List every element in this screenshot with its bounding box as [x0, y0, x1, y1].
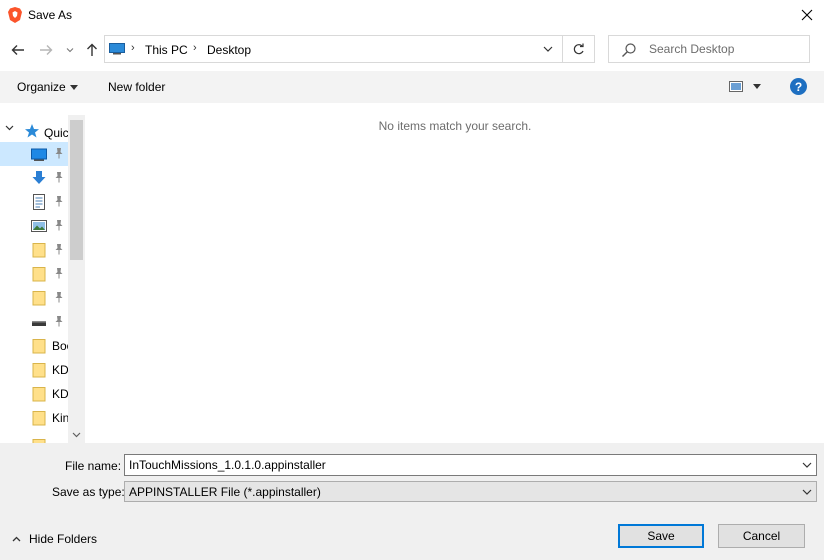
this-pc-icon [109, 43, 125, 55]
pictures-icon [31, 220, 47, 232]
nav-item-folder-kd[interactable]: KD [0, 358, 69, 382]
empty-message: No items match your search. [378, 119, 532, 133]
save-button[interactable]: Save [618, 524, 704, 548]
search-input[interactable] [649, 39, 804, 59]
new-folder-button[interactable]: New folder [108, 80, 165, 94]
command-bar: Organize New folder ? [0, 71, 824, 103]
chevron-right-icon: › [193, 42, 197, 54]
view-preview-icon [729, 81, 743, 92]
nav-item-folder[interactable] [0, 238, 68, 262]
hide-folders-button[interactable]: Hide Folders [12, 532, 97, 546]
nav-scrollbar[interactable] [68, 115, 85, 443]
nav-item-label: KD [52, 363, 69, 377]
caret-down-icon [753, 84, 761, 89]
recent-locations-button[interactable] [63, 40, 77, 60]
chevron-right-icon: › [131, 42, 135, 54]
brave-browser-icon [8, 7, 22, 23]
nav-item-folder-boo[interactable]: Boo [0, 334, 73, 358]
file-name-dropdown-button[interactable] [800, 458, 814, 472]
address-bar[interactable]: › This PC › Desktop [104, 35, 563, 63]
file-name-combobox[interactable] [124, 454, 817, 476]
refresh-button[interactable] [563, 35, 595, 63]
folder-icon [32, 387, 46, 402]
nav-item-folder[interactable] [0, 434, 68, 443]
up-button[interactable] [82, 40, 102, 60]
chevron-up-icon [12, 536, 21, 542]
documents-icon [33, 194, 45, 210]
nav-item-folder[interactable] [0, 262, 68, 286]
save-as-type-dropdown-button[interactable] [800, 485, 814, 499]
address-dropdown-button[interactable] [539, 40, 557, 58]
chevron-down-icon[interactable] [5, 125, 14, 131]
help-button[interactable]: ? [790, 78, 807, 95]
downloads-icon [32, 171, 46, 184]
folder-icon [32, 243, 46, 258]
save-as-type-label: Save as type: [52, 485, 125, 499]
pin-icon [55, 268, 63, 279]
chevron-down-icon [543, 46, 553, 52]
organize-label: Organize [17, 80, 66, 94]
pin-icon [55, 220, 63, 231]
nav-item-label: KD [52, 387, 69, 401]
nav-item-drive[interactable] [0, 310, 68, 334]
change-view-button[interactable] [729, 81, 761, 92]
nav-item-documents[interactable] [0, 190, 68, 214]
cancel-button[interactable]: Cancel [718, 524, 805, 548]
pin-icon [55, 172, 63, 183]
folder-icon [32, 291, 46, 306]
nav-label-quick-access: Quic [44, 126, 69, 140]
desktop-icon [31, 148, 47, 161]
breadcrumb-desktop[interactable]: Desktop [207, 43, 251, 57]
arrow-right-icon [40, 45, 53, 55]
title-bar: Save As [0, 0, 824, 30]
arrow-left-icon [11, 45, 24, 55]
forward-button[interactable] [36, 40, 56, 60]
nav-item-desktop[interactable] [0, 142, 68, 166]
scroll-thumb[interactable] [70, 120, 83, 260]
folder-icon [32, 267, 46, 282]
folder-icon [32, 339, 46, 354]
chevron-down-icon [72, 432, 81, 437]
chevron-down-icon [802, 462, 812, 468]
arrow-up-icon [87, 43, 97, 56]
nav-item-folder[interactable] [0, 286, 68, 310]
nav-item-folder-kd[interactable]: KD [0, 382, 69, 406]
back-button[interactable] [8, 40, 28, 60]
nav-item-folder-kin[interactable]: Kin [0, 406, 70, 430]
pin-icon [55, 244, 63, 255]
file-list[interactable]: No items match your search. [86, 103, 824, 443]
chevron-down-icon [66, 48, 74, 53]
drive-icon [32, 321, 46, 326]
window-title: Save As [28, 8, 73, 22]
save-options-panel: File name: Save as type: APPINSTALLER Fi… [0, 443, 824, 560]
nav-item-label: Kin [52, 411, 70, 425]
close-button[interactable] [790, 0, 824, 30]
caret-down-icon [69, 84, 78, 90]
folder-icon [32, 363, 46, 378]
pin-icon [55, 292, 63, 303]
search-icon [622, 43, 636, 57]
organize-button[interactable]: Organize [17, 80, 78, 94]
folder-icon [32, 411, 46, 426]
hide-folders-label: Hide Folders [29, 532, 98, 546]
nav-item-quick-access[interactable]: Quic [0, 118, 69, 142]
nav-item-pictures[interactable] [0, 214, 68, 238]
close-icon [801, 9, 813, 21]
save-as-type-select[interactable]: APPINSTALLER File (*.appinstaller) [124, 481, 817, 502]
nav-item-downloads[interactable] [0, 166, 68, 190]
refresh-icon [573, 43, 584, 54]
search-box[interactable] [608, 35, 810, 63]
file-name-label: File name: [65, 459, 122, 473]
scroll-down-button[interactable] [68, 426, 85, 443]
save-as-type-value: APPINSTALLER File (*.appinstaller) [129, 485, 321, 499]
pin-icon [55, 196, 63, 207]
file-name-input[interactable] [129, 457, 789, 473]
breadcrumb-this-pc[interactable]: This PC [145, 43, 188, 57]
chevron-down-icon [802, 489, 812, 495]
pin-icon [55, 148, 63, 159]
pin-icon [55, 316, 63, 327]
star-icon [25, 124, 39, 138]
